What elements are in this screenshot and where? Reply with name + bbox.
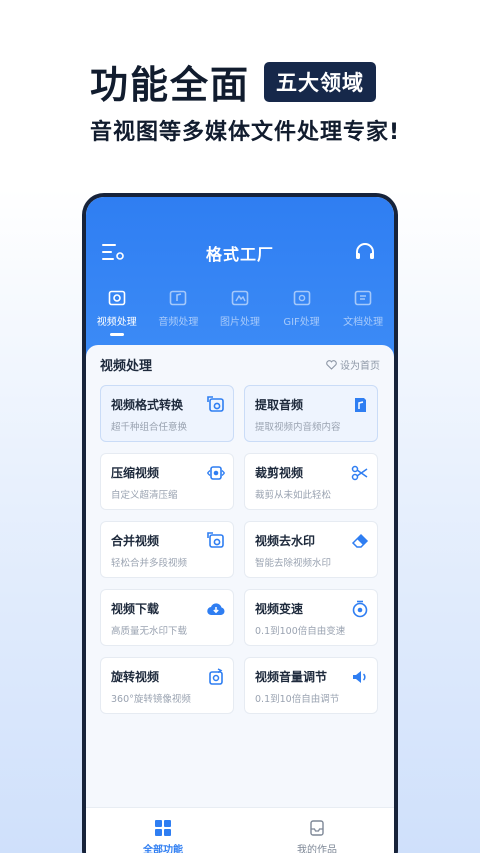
tab-audio[interactable]: 音频处理 (148, 289, 210, 336)
card-desc: 智能去除视频水印 (255, 558, 332, 569)
rotate-icon (209, 668, 223, 685)
heart-icon (326, 359, 337, 370)
eraser-icon (351, 533, 369, 548)
image-icon (231, 290, 249, 306)
card-desc: 轻松合并多段视频 (111, 558, 188, 569)
tab-document[interactable]: 文档处理 (332, 289, 394, 336)
app-screen: 格式工厂 视频处理 音频处理 图片处理 GIF处理 文档处理 视频处理 设为首页… (86, 197, 394, 853)
card-desc: 0.1到100倍自由变速 (255, 626, 346, 637)
bottom-nav: 全部功能 我的作品 (86, 807, 394, 853)
tab-image[interactable]: 图片处理 (209, 289, 271, 336)
tab-gif[interactable]: GIF处理 (271, 289, 333, 336)
tab-label: GIF处理 (283, 317, 320, 328)
panel-header: 视频处理 设为首页 (100, 355, 380, 374)
card-download[interactable]: 视频下载 高质量无水印下载 (100, 589, 234, 646)
scissors-icon (351, 465, 368, 481)
gif-icon (293, 290, 310, 306)
card-desc: 裁剪从未如此轻松 (255, 490, 332, 501)
card-audio-extract[interactable]: 提取音频 提取视频内音频内容 (244, 385, 378, 442)
inbox-icon (310, 820, 324, 836)
section-title: 视频处理 (100, 359, 153, 374)
tab-label: 图片处理 (219, 317, 260, 328)
tab-label: 文档处理 (343, 317, 384, 328)
card-compress[interactable]: 压缩视频 自定义超清压缩 (100, 453, 234, 510)
audio-extract-icon (355, 398, 366, 412)
feature-grid: 视频格式转换 超千种组合任意换 提取音频 提取视频内音频内容 压缩视频 自定义超… (100, 385, 380, 714)
card-desc: 超千种组合任意换 (111, 422, 188, 433)
card-trim[interactable]: 裁剪视频 裁剪从未如此轻松 (244, 453, 378, 510)
tab-label: 视频处理 (96, 317, 137, 328)
nav-label: 全部功能 (143, 845, 183, 853)
app-header: 格式工厂 视频处理 音频处理 图片处理 GIF处理 文档处理 (86, 197, 394, 359)
active-tab-indicator (109, 333, 124, 336)
nav-all-features[interactable]: 全部功能 (86, 808, 240, 853)
headset-icon[interactable] (354, 241, 376, 263)
promo-subline: 音视图等多媒体文件处理专家! (90, 120, 401, 145)
card-desc: 提取视频内音频内容 (255, 422, 341, 433)
category-tabs: 视频处理 音频处理 图片处理 GIF处理 文档处理 (86, 289, 394, 336)
compress-icon (207, 466, 225, 480)
set-home-button[interactable]: 设为首页 (326, 357, 380, 372)
card-desc: 0.1到10倍自由调节 (255, 694, 340, 705)
card-remove-watermark[interactable]: 视频去水印 智能去除视频水印 (244, 521, 378, 578)
card-rotate[interactable]: 旋转视频 360°旋转镜像视频 (100, 657, 234, 714)
download-icon (207, 603, 225, 616)
app-title: 格式工厂 (205, 245, 274, 264)
phone-frame: 格式工厂 视频处理 音频处理 图片处理 GIF处理 文档处理 视频处理 设为首页… (82, 193, 398, 853)
card-volume[interactable]: 视频音量调节 0.1到10倍自由调节 (244, 657, 378, 714)
audio-icon (170, 290, 187, 306)
card-desc: 360°旋转镜像视频 (111, 694, 191, 705)
promo-headline: 功能全面 五大领域 (90, 54, 377, 109)
video-convert-icon (207, 396, 224, 412)
nav-label: 我的作品 (297, 845, 337, 853)
video-icon (108, 290, 126, 306)
card-desc: 自定义超清压缩 (111, 490, 178, 501)
card-video-convert[interactable]: 视频格式转换 超千种组合任意换 (100, 385, 234, 442)
speed-icon (352, 600, 368, 618)
set-home-label: 设为首页 (340, 361, 380, 372)
tab-label: 音频处理 (158, 317, 199, 328)
card-merge[interactable]: 合并视频 轻松合并多段视频 (100, 521, 234, 578)
grid-icon (155, 820, 171, 836)
volume-icon (353, 671, 366, 683)
card-speed[interactable]: 视频变速 0.1到100倍自由变速 (244, 589, 378, 646)
headline-text: 功能全面 (90, 63, 251, 107)
nav-my-works[interactable]: 我的作品 (240, 808, 394, 853)
merge-icon (207, 532, 224, 548)
card-desc: 高质量无水印下载 (111, 626, 188, 637)
tab-video[interactable]: 视频处理 (86, 289, 148, 336)
document-icon (354, 290, 372, 306)
headline-badge: 五大领域 (264, 61, 377, 102)
feature-panel: 视频处理 设为首页 视频格式转换 超千种组合任意换 提取音频 提取视频内音频内容… (86, 345, 394, 853)
